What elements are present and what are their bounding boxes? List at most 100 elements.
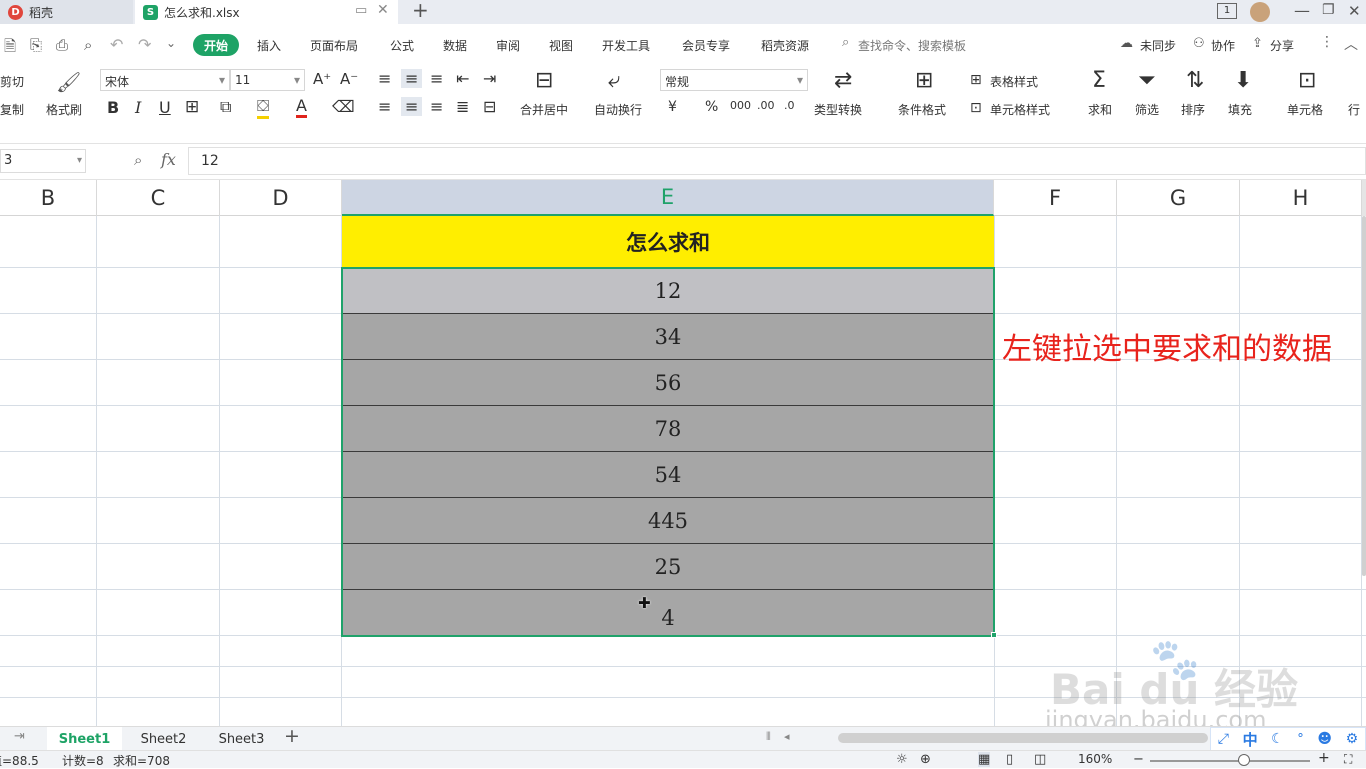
cell-button[interactable]: 单元格 <box>1287 101 1323 118</box>
cell-style-button[interactable]: 单元格样式 <box>990 101 1050 118</box>
distribute-icon[interactable]: ⊟ <box>483 97 496 116</box>
type-convert-button[interactable]: 类型转换 <box>814 101 862 118</box>
sheet-tab-sheet2[interactable]: Sheet2 <box>126 727 201 751</box>
collapse-ribbon-icon[interactable]: ︿ <box>1344 34 1358 54</box>
ime-logo-icon[interactable]: ⤢ <box>1218 731 1229 747</box>
menu-tab-insert[interactable]: 插入 <box>257 37 281 54</box>
column-header-h[interactable]: H <box>1240 180 1362 216</box>
tab-daoke[interactable]: D 稻壳 <box>0 0 133 24</box>
punctuation-icon[interactable]: ° <box>1297 732 1304 747</box>
monitor-icon[interactable]: ▭ <box>355 3 367 18</box>
font-color-icon[interactable]: A <box>296 96 307 118</box>
more-icon[interactable]: ⋮ <box>1320 34 1334 50</box>
close-tab-icon[interactable]: ✕ <box>377 2 389 18</box>
sum-header-cell[interactable]: 怎么求和 <box>342 216 994 268</box>
copy-button[interactable]: 复制 <box>0 101 24 118</box>
row-col-button[interactable]: 行 <box>1348 101 1360 118</box>
spreadsheet-grid[interactable]: 怎么求和 12 34 56 78 54 445 25 4 ✚ 左键拉选中要求和的… <box>0 216 1366 726</box>
column-header-f[interactable]: F <box>994 180 1117 216</box>
gear-icon[interactable]: ⚙ <box>1346 731 1359 747</box>
sheet-tab-sheet3[interactable]: Sheet3 <box>204 727 279 751</box>
align-center-icon[interactable]: ≡ <box>401 97 423 116</box>
restore-icon[interactable]: ❐ <box>1322 2 1335 18</box>
moon-icon[interactable]: ☾ <box>1271 731 1284 747</box>
page-layout-view-icon[interactable]: ▯ <box>1006 752 1013 767</box>
underline-icon[interactable]: U <box>159 98 171 117</box>
font-name-select[interactable]: 宋体 ▾ <box>100 69 230 91</box>
redo-icon[interactable]: ↷ <box>138 35 151 54</box>
clear-format-icon[interactable]: ⌫ <box>332 97 355 116</box>
page-number-badge[interactable]: 1 <box>1217 3 1237 19</box>
sheet-tab-sheet1[interactable]: Sheet1 <box>47 727 122 751</box>
italic-icon[interactable]: I <box>135 98 141 117</box>
wrap-text-button[interactable]: 自动换行 <box>594 101 642 118</box>
zoom-level[interactable]: 160% <box>1078 752 1112 766</box>
user-icon[interactable]: ☻ <box>1317 731 1332 747</box>
align-left-icon[interactable]: ≡ <box>378 97 391 116</box>
menu-tab-developer[interactable]: 开发工具 <box>602 37 650 54</box>
fill-color-icon[interactable]: ⛋ <box>257 96 270 119</box>
data-cell[interactable]: 4 <box>342 590 994 636</box>
sort-button[interactable]: 排序 <box>1181 101 1205 118</box>
ime-lang-toggle[interactable]: 中 <box>1243 729 1258 750</box>
menu-tab-formula[interactable]: 公式 <box>390 37 414 54</box>
align-bottom-icon[interactable]: ≡ <box>430 69 443 88</box>
zoom-in-icon[interactable]: + <box>1318 750 1330 766</box>
conditional-format-button[interactable]: 条件格式 <box>898 101 946 118</box>
font-shrink-icon[interactable]: A⁻ <box>340 70 358 88</box>
eye-protection-icon[interactable]: ☼ <box>896 752 908 767</box>
fill-pattern-icon[interactable]: ⧉ <box>220 97 231 117</box>
zoom-out-icon[interactable]: − <box>1133 752 1144 767</box>
menu-tab-daoke-resources[interactable]: 稻壳资源 <box>761 37 809 54</box>
thousands-icon[interactable]: 000 <box>730 99 751 112</box>
menu-tab-member[interactable]: 会员专享 <box>682 37 730 54</box>
increase-decimal-icon[interactable]: .00 <box>757 99 775 112</box>
preview-icon[interactable]: ⌕ <box>84 36 92 54</box>
table-style-button[interactable]: 表格样式 <box>990 73 1038 90</box>
zoom-slider-thumb[interactable] <box>1238 754 1250 766</box>
data-cell[interactable]: 25 <box>342 544 994 590</box>
decrease-decimal-icon[interactable]: .0 <box>784 99 795 112</box>
align-top-icon[interactable]: ≡ <box>378 69 391 88</box>
filter-button[interactable]: 筛选 <box>1135 101 1159 118</box>
command-search[interactable]: 查找命令、搜索模板 <box>858 37 966 54</box>
tab-document[interactable]: S 怎么求和.xlsx ▭ ✕ <box>135 0 398 24</box>
align-right-icon[interactable]: ≡ <box>430 97 443 116</box>
fill-button[interactable]: 填充 <box>1228 101 1252 118</box>
data-cell[interactable]: 54 <box>342 452 994 498</box>
formula-input[interactable]: 12 <box>188 147 1366 175</box>
column-header-g[interactable]: G <box>1117 180 1240 216</box>
undo-icon[interactable]: ↶ <box>110 35 123 54</box>
merge-center-button[interactable]: 合并居中 <box>520 101 568 118</box>
currency-icon[interactable]: ¥ <box>668 99 677 115</box>
add-sheet-button[interactable]: + <box>284 725 300 747</box>
name-box[interactable]: 3 ▾ <box>0 149 86 173</box>
data-cell[interactable]: 12 <box>342 268 994 314</box>
new-tab-icon[interactable]: + <box>412 0 429 22</box>
view-mode-icon[interactable]: ⊕ <box>920 752 931 767</box>
page-break-view-icon[interactable]: ◫ <box>1034 752 1046 767</box>
data-cell[interactable]: 78 <box>342 406 994 452</box>
bold-icon[interactable]: B <box>107 98 119 117</box>
percent-icon[interactable]: % <box>705 99 718 115</box>
data-cell[interactable]: 445 <box>342 498 994 544</box>
vertical-scrollbar-top[interactable] <box>1362 180 1366 216</box>
data-cell[interactable]: 34 <box>342 314 994 360</box>
align-middle-icon[interactable]: ≡ <box>401 69 423 88</box>
fill-handle[interactable] <box>991 632 997 638</box>
column-header-d[interactable]: D <box>220 180 342 216</box>
column-header-c[interactable]: C <box>97 180 220 216</box>
menu-tab-page-layout[interactable]: 页面布局 <box>310 37 358 54</box>
number-format-select[interactable]: 常规 ▾ <box>660 69 808 91</box>
minimize-icon[interactable]: — <box>1294 1 1310 20</box>
close-window-icon[interactable]: ✕ <box>1348 2 1361 20</box>
horizontal-scrollbar[interactable] <box>838 733 1208 743</box>
share-button[interactable]: 分享 <box>1270 37 1294 54</box>
print-icon[interactable]: ⎙ <box>56 36 68 54</box>
menu-tab-data[interactable]: 数据 <box>443 37 467 54</box>
avatar[interactable] <box>1250 2 1270 22</box>
scroll-left-icon[interactable]: ◂ <box>784 730 790 743</box>
export-icon[interactable]: ⎘ <box>30 36 42 54</box>
data-cell[interactable]: 56 <box>342 360 994 406</box>
collab-button[interactable]: 协作 <box>1211 37 1235 54</box>
